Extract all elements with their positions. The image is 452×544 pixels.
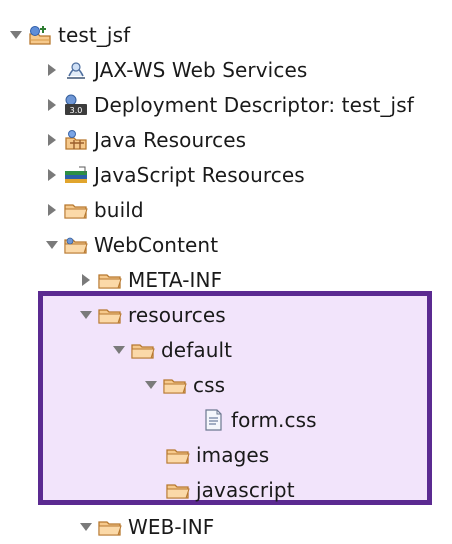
tree-item-label: WEB-INF (128, 515, 215, 539)
collapsed-arrow-icon[interactable] (44, 62, 60, 78)
tree-item-resources[interactable]: resources (78, 298, 226, 332)
collapsed-arrow-icon[interactable] (78, 272, 94, 288)
expanded-arrow-icon[interactable] (8, 27, 24, 43)
javascript-resources-icon (62, 163, 90, 187)
expanded-arrow-icon[interactable] (78, 307, 94, 323)
tree-item-web-inf[interactable]: WEB-INF (78, 510, 214, 544)
css-file-icon (199, 408, 227, 432)
tree-item-label: JavaScript Resources (94, 163, 305, 187)
tree-item-label: default (161, 338, 233, 362)
tree-item-label: JAX-WS Web Services (94, 58, 308, 82)
tree-item-label: META-INF (128, 268, 223, 292)
web-project-icon (26, 23, 54, 47)
folder-icon (96, 303, 124, 327)
web-folder-icon (62, 233, 90, 257)
tree-item-label: images (196, 443, 270, 467)
tree-item-meta-inf[interactable]: META-INF (78, 263, 222, 297)
tree-item-default[interactable]: default (111, 333, 232, 367)
folder-icon (161, 373, 189, 397)
folder-icon (96, 268, 124, 292)
deployment-descriptor-icon: 3.0 (62, 93, 90, 117)
tree-item-label: build (94, 198, 144, 222)
folder-icon (164, 478, 192, 502)
folder-icon (129, 338, 157, 362)
collapsed-arrow-icon[interactable] (44, 202, 60, 218)
tree-item-jax-ws-web-services[interactable]: JAX-WS Web Services (44, 53, 307, 87)
tree-item-images[interactable]: images (164, 438, 269, 472)
tree-item-label: test_jsf (58, 23, 131, 47)
tree-item-label: css (193, 373, 226, 397)
tree-item-label: form.css (231, 408, 317, 432)
folder-icon (96, 515, 124, 539)
tree-item-javascript-resources[interactable]: JavaScript Resources (44, 158, 305, 192)
tree-item-javascript[interactable]: javascript (164, 473, 295, 507)
collapsed-arrow-icon[interactable] (44, 97, 60, 113)
tree-item-label: Java Resources (94, 128, 247, 152)
tree-item-deployment-descriptor[interactable]: 3.0 Deployment Descriptor: test_jsf (44, 88, 414, 122)
tree-item-java-resources[interactable]: Java Resources (44, 123, 246, 157)
tree-item-label: WebContent (94, 233, 219, 257)
tree-item-form-css[interactable]: form.css (199, 403, 317, 437)
tree-item-label: resources (128, 303, 226, 327)
collapsed-arrow-icon[interactable] (44, 132, 60, 148)
tree-item-build[interactable]: build (44, 193, 144, 227)
folder-icon (164, 443, 192, 467)
tree-item-test-jsf[interactable]: test_jsf (8, 18, 130, 52)
expanded-arrow-icon[interactable] (44, 237, 60, 253)
tree-item-css[interactable]: css (143, 368, 225, 402)
web-services-icon (62, 58, 90, 82)
tree-item-webcontent[interactable]: WebContent (44, 228, 218, 262)
expanded-arrow-icon[interactable] (143, 377, 159, 393)
collapsed-arrow-icon[interactable] (44, 167, 60, 183)
tree-item-label: javascript (196, 478, 295, 502)
tree-item-label: Deployment Descriptor: test_jsf (94, 93, 414, 117)
svg-text:3.0: 3.0 (70, 106, 83, 115)
java-resources-icon (62, 128, 90, 152)
project-explorer-tree: test_jsf JAX-WS Web Services 3.0 Deploym… (0, 0, 452, 539)
expanded-arrow-icon[interactable] (111, 342, 127, 358)
folder-icon (62, 198, 90, 222)
